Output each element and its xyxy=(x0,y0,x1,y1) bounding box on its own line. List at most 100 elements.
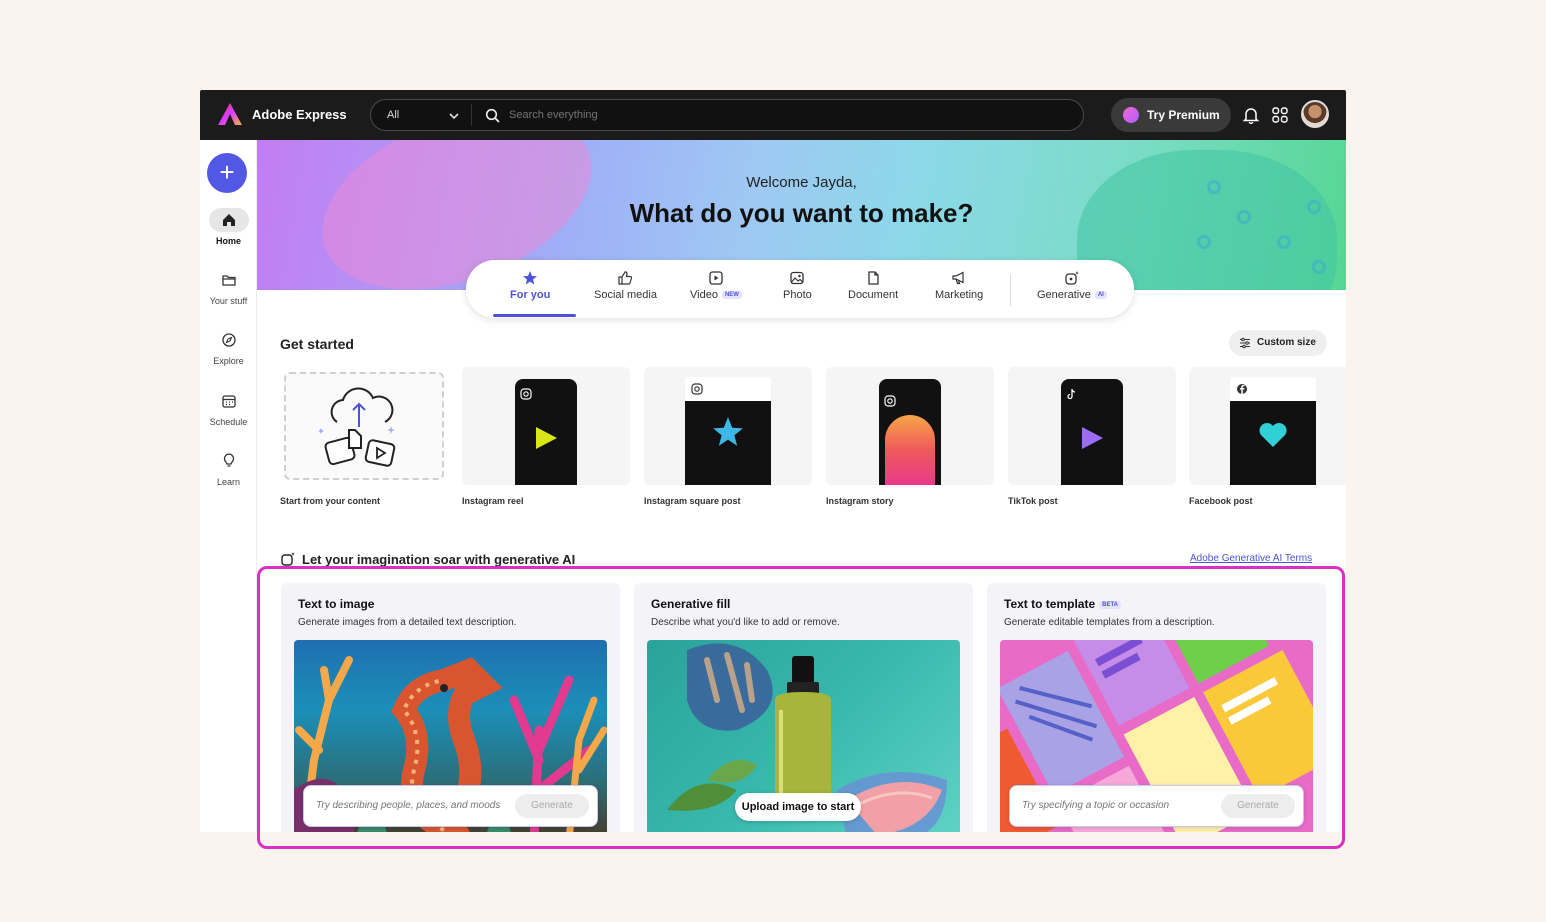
upload-image-button[interactable]: Upload image to start xyxy=(735,793,861,821)
text-to-template-input[interactable] xyxy=(1022,800,1222,811)
instagram-story-card[interactable] xyxy=(826,367,994,485)
text-to-template-card[interactable]: Text to template BETA Generate editable t… xyxy=(987,583,1326,832)
instagram-icon xyxy=(520,388,532,400)
text-to-image-card[interactable]: Text to image Generate images from a det… xyxy=(281,583,620,832)
card-title-text: Text to template xyxy=(1004,597,1096,611)
card-label: Facebook post xyxy=(1189,496,1253,506)
bell-icon[interactable] xyxy=(1242,106,1260,124)
sidebar-item-label: Home xyxy=(215,236,241,246)
play-triangle-icon xyxy=(1082,427,1103,449)
card-label: Instagram story xyxy=(826,496,894,506)
search-category-select[interactable]: All xyxy=(387,109,399,121)
generate-button[interactable]: Generate xyxy=(1221,794,1295,818)
post-mockup xyxy=(1230,377,1316,485)
tiktok-post-card[interactable] xyxy=(1008,367,1176,485)
plus-icon: + xyxy=(219,157,235,187)
tab-social-media[interactable]: Social media xyxy=(594,270,657,301)
text-to-image-input[interactable] xyxy=(316,800,516,811)
card-label: Start from your content xyxy=(280,496,381,506)
try-premium-label: Try Premium xyxy=(1147,108,1220,122)
folder-icon xyxy=(209,268,249,292)
sidebar-item-learn[interactable]: Learn xyxy=(200,449,257,487)
welcome-text: Welcome Jayda, xyxy=(746,174,857,191)
tab-photo[interactable]: Photo xyxy=(783,270,812,301)
card-description: Generate editable templates from a descr… xyxy=(1004,617,1215,628)
apps-grid-icon[interactable] xyxy=(1271,106,1289,124)
category-tabs: For you Social media Video NEW Photo Docu… xyxy=(466,260,1134,318)
sidebar-item-your-stuff[interactable]: Your stuff xyxy=(200,268,257,306)
tab-marketing[interactable]: Marketing xyxy=(935,270,983,301)
hero-decoration xyxy=(1312,260,1326,274)
generative-ai-icon xyxy=(1065,271,1079,285)
play-icon xyxy=(709,271,723,285)
tab-label: For you xyxy=(510,289,551,301)
heart-icon xyxy=(1259,423,1287,447)
search-icon xyxy=(485,108,500,123)
card-title: Text to template BETA xyxy=(1004,597,1122,611)
crown-icon xyxy=(1123,107,1139,123)
card-label: Instagram reel xyxy=(462,496,524,506)
custom-size-label: Custom size xyxy=(1257,337,1316,348)
calendar-icon xyxy=(209,389,249,413)
document-icon xyxy=(868,271,879,285)
thumbs-up-icon xyxy=(618,271,633,285)
tab-video[interactable]: Video NEW xyxy=(690,270,742,301)
try-premium-button[interactable]: Try Premium xyxy=(1111,98,1231,132)
card-title: Generative fill xyxy=(651,597,731,611)
adobe-logo-icon[interactable] xyxy=(218,103,242,125)
sidebar-item-home[interactable]: Home xyxy=(200,208,257,246)
generate-button[interactable]: Generate xyxy=(515,794,589,818)
chevron-down-icon[interactable] xyxy=(447,109,461,123)
create-new-button[interactable]: + xyxy=(207,153,247,193)
search-bar: All xyxy=(370,99,1084,131)
beta-badge: BETA xyxy=(1099,600,1122,609)
tab-divider xyxy=(1010,274,1011,306)
compass-icon xyxy=(209,328,249,352)
sliders-icon xyxy=(1240,337,1250,349)
seahorse-image: Generate xyxy=(294,640,607,832)
hero-decoration xyxy=(1197,235,1211,249)
get-started-heading: Get started xyxy=(280,336,354,352)
start-from-content-card[interactable] xyxy=(284,372,444,480)
sidebar-item-label: Schedule xyxy=(209,417,248,427)
card-title: Text to image xyxy=(298,597,375,611)
tab-generative[interactable]: Generative AI xyxy=(1037,270,1107,301)
generative-fill-card[interactable]: Generative fill Describe what you'd like… xyxy=(634,583,973,832)
new-badge: NEW xyxy=(721,291,742,300)
brand-name: Adobe Express xyxy=(252,107,347,122)
card-description: Describe what you'd like to add or remov… xyxy=(651,617,840,628)
sidebar: + Home Your stuff Explore Schedule Learn xyxy=(200,140,257,832)
search-divider xyxy=(471,104,472,126)
search-input[interactable] xyxy=(509,109,1029,121)
tab-label: Photo xyxy=(783,289,812,301)
sidebar-item-explore[interactable]: Explore xyxy=(200,328,257,366)
tab-label: Marketing xyxy=(935,289,984,301)
sidebar-item-label: Your stuff xyxy=(209,296,248,306)
tab-for-you[interactable]: For you xyxy=(510,270,550,301)
instagram-reel-card[interactable] xyxy=(462,367,630,485)
facebook-post-card[interactable] xyxy=(1189,367,1346,485)
hero-decoration xyxy=(1277,235,1291,249)
tab-document[interactable]: Document xyxy=(848,270,898,301)
tab-label: Social media xyxy=(594,289,657,301)
home-icon xyxy=(208,208,249,232)
page-title: What do you want to make? xyxy=(629,198,974,228)
tab-label: Generative xyxy=(1037,289,1091,301)
text-to-image-prompt: Generate xyxy=(303,785,598,827)
generative-section-heading: Let your imagination soar with generativ… xyxy=(302,552,576,567)
post-mockup xyxy=(685,377,771,485)
user-avatar[interactable] xyxy=(1301,100,1329,128)
tab-label: Video xyxy=(690,289,718,301)
serum-bottle-image: Upload image to start xyxy=(647,640,960,832)
cloud-upload-icon xyxy=(319,387,396,467)
play-triangle-icon xyxy=(536,427,557,449)
lightbulb-icon xyxy=(209,449,249,473)
card-label: Instagram square post xyxy=(644,496,741,506)
generative-ai-terms-link[interactable]: Adobe Generative AI Terms xyxy=(1190,553,1312,564)
custom-size-button[interactable]: Custom size xyxy=(1229,330,1327,356)
megaphone-icon xyxy=(952,271,964,285)
instagram-icon xyxy=(884,395,896,407)
sidebar-item-schedule[interactable]: Schedule xyxy=(200,389,257,427)
instagram-square-post-card[interactable] xyxy=(644,367,812,485)
tab-label: Document xyxy=(848,289,899,301)
